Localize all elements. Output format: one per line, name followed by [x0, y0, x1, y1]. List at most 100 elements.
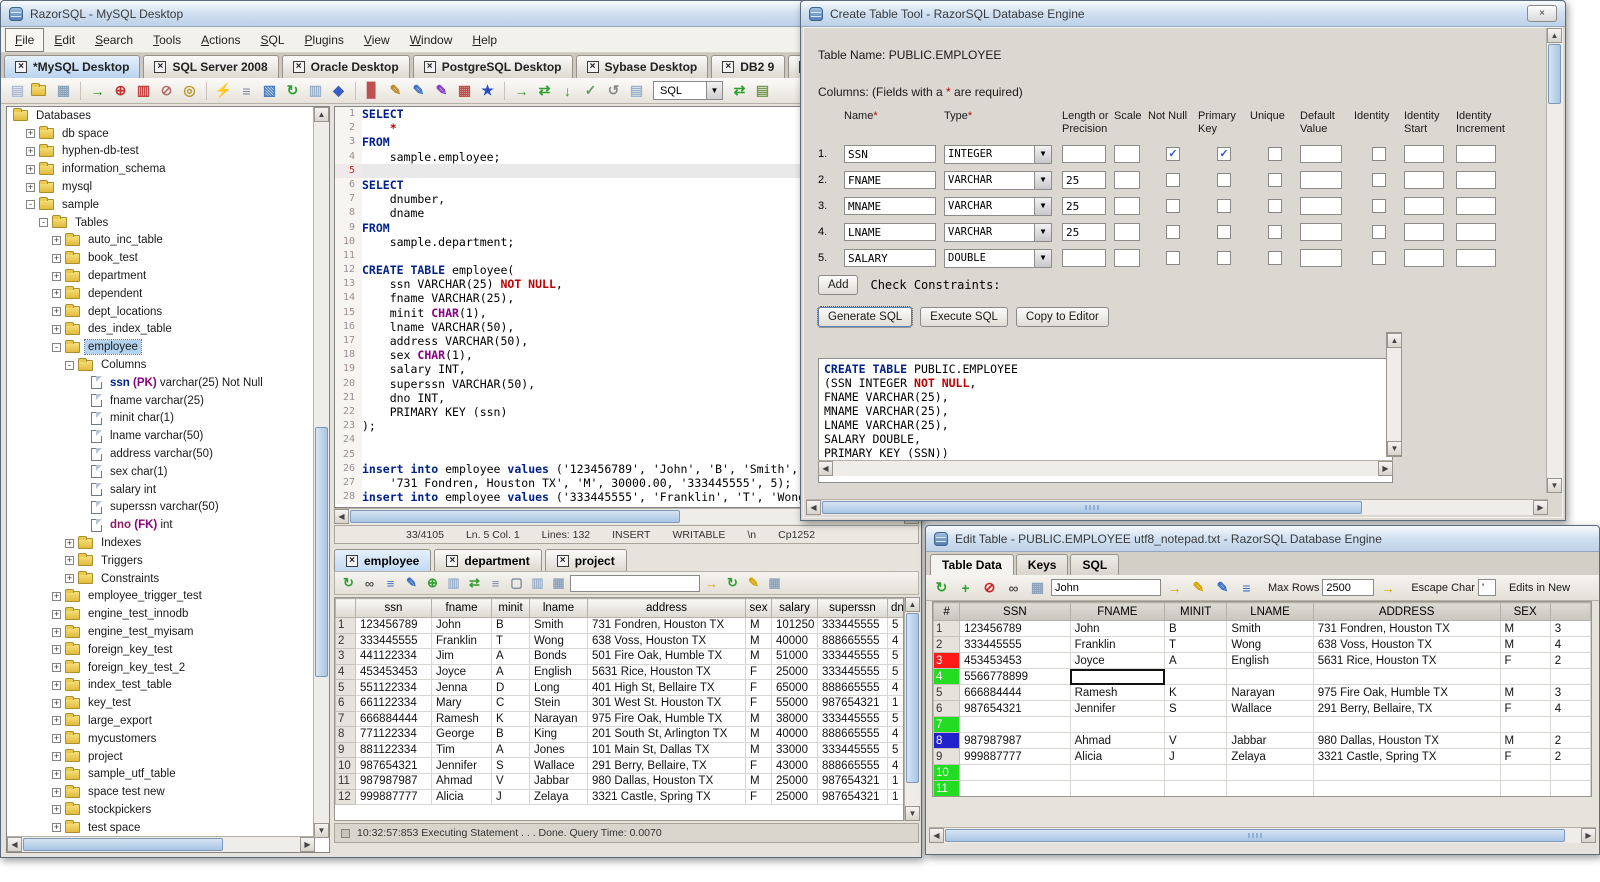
- identity-checkbox[interactable]: [1372, 251, 1386, 265]
- list-results-icon[interactable]: ≡: [486, 574, 505, 593]
- cell[interactable]: 123456789: [959, 620, 1071, 637]
- row-search-input[interactable]: [1051, 579, 1161, 596]
- cell[interactable]: Zelaya: [529, 788, 588, 806]
- column-header[interactable]: SSN: [959, 602, 1071, 621]
- chevron-down-icon[interactable]: ▼: [1034, 249, 1051, 267]
- cell[interactable]: 987987987: [355, 772, 432, 790]
- column-header[interactable]: #: [933, 602, 961, 621]
- cell[interactable]: M: [1499, 636, 1551, 653]
- cell[interactable]: F: [745, 788, 772, 806]
- row-number[interactable]: 8: [335, 726, 356, 743]
- cell[interactable]: 888665555: [817, 679, 888, 696]
- add-column-button[interactable]: Add: [818, 275, 859, 295]
- format-sql-icon[interactable]: ✎: [431, 80, 452, 101]
- open-icon[interactable]: [30, 80, 51, 101]
- cell[interactable]: 333445555: [355, 632, 432, 650]
- cell[interactable]: John: [1069, 620, 1166, 637]
- cell[interactable]: Jabbar: [1226, 732, 1314, 749]
- cell[interactable]: D: [491, 679, 530, 696]
- cell[interactable]: Long: [529, 679, 588, 696]
- close-tab-icon[interactable]: ×: [556, 554, 569, 567]
- refresh-db-icon[interactable]: ↻: [282, 80, 303, 101]
- tree-item[interactable]: + key_test: [7, 694, 313, 712]
- edit-table-grid[interactable]: # SSN FNAME MINIT LNAME ADDRESS SEX 1 123456789 J…: [932, 601, 1592, 797]
- cell[interactable]: Alicia: [1069, 748, 1166, 765]
- dialog-horizontal-scrollbar[interactable]: ◀ ▶: [806, 499, 1548, 515]
- cell[interactable]: 999887777: [355, 788, 432, 806]
- column-name-input[interactable]: [844, 171, 936, 189]
- tree-item[interactable]: + sample_utf_table: [7, 765, 313, 783]
- collapse-icon[interactable]: -: [39, 218, 48, 228]
- tree-vertical-scrollbar[interactable]: ▲ ▼: [313, 107, 329, 838]
- cell[interactable]: F: [745, 663, 772, 681]
- column-name-input[interactable]: [844, 145, 936, 163]
- column-header[interactable]: [1549, 602, 1591, 621]
- column-header[interactable]: superssn: [817, 598, 888, 618]
- cell[interactable]: [1549, 764, 1591, 781]
- row-number[interactable]: 11: [335, 772, 356, 790]
- expand-icon[interactable]: +: [52, 752, 61, 762]
- primary-key-checkbox[interactable]: ✓: [1217, 147, 1231, 161]
- add-row-icon[interactable]: +: [955, 577, 976, 598]
- cell[interactable]: 551122334: [355, 679, 432, 696]
- close-tab-icon[interactable]: ×: [446, 554, 459, 567]
- cell[interactable]: Franklin: [1069, 636, 1166, 653]
- tree-item[interactable]: sex char(1): [7, 463, 313, 481]
- tree-item[interactable]: superssn varchar(50): [7, 499, 313, 517]
- cell[interactable]: [1499, 668, 1551, 685]
- cell[interactable]: A: [491, 663, 530, 681]
- length-precision-input[interactable]: [1062, 223, 1106, 241]
- cell[interactable]: M: [1499, 684, 1551, 701]
- cell[interactable]: 40000: [771, 632, 818, 650]
- table-row[interactable]: 8 987987987 Ahmad V Jabbar 980 Dallas, Housto…: [933, 732, 1591, 749]
- cell[interactable]: F: [745, 757, 772, 774]
- table-row[interactable]: 5 551122334 Jenna D Long 401 High St, Bellair…: [335, 679, 903, 696]
- cell[interactable]: 999887777: [959, 748, 1071, 765]
- cell[interactable]: 25000: [771, 772, 818, 790]
- tree-item[interactable]: + space test new: [7, 783, 313, 801]
- tree-item[interactable]: + index_test_table: [7, 677, 313, 695]
- column-type-select[interactable]: VARCHAR ▼: [944, 170, 1052, 190]
- row-number[interactable]: 1: [335, 617, 356, 634]
- row-number[interactable]: 10: [335, 757, 356, 774]
- table-row[interactable]: 7: [933, 716, 1591, 733]
- menu-file[interactable]: File: [5, 27, 45, 52]
- cell[interactable]: B: [491, 726, 530, 743]
- table-row[interactable]: 1 123456789 John B Smith 731 Fondren, Houston…: [933, 620, 1591, 637]
- results-vertical-scrollbar[interactable]: ▲ ▼: [904, 597, 920, 821]
- tree-item[interactable]: + book_test: [7, 249, 313, 267]
- cell[interactable]: 4: [887, 757, 903, 774]
- menu-actions[interactable]: Actions: [191, 28, 250, 52]
- column-type-select[interactable]: DOUBLE ▼: [944, 248, 1052, 268]
- cell[interactable]: [1312, 780, 1501, 796]
- tree-item[interactable]: + engine_test_myisam: [7, 623, 313, 641]
- column-header[interactable]: minit: [491, 598, 530, 618]
- cell[interactable]: Jennifer: [1069, 700, 1166, 717]
- cell[interactable]: 101 Main St, Dallas TX: [587, 741, 746, 759]
- cell[interactable]: 888665555: [817, 726, 888, 743]
- tree-item[interactable]: + stockpickers: [7, 801, 313, 819]
- expand-icon[interactable]: +: [52, 324, 61, 334]
- column-name-input[interactable]: [844, 223, 936, 241]
- tree-item[interactable]: - sample: [7, 196, 313, 214]
- cell[interactable]: Jabbar: [529, 772, 588, 790]
- cell[interactable]: Franklin: [431, 632, 492, 650]
- cell[interactable]: V: [1164, 732, 1228, 749]
- cell[interactable]: F: [745, 679, 772, 696]
- tree-item[interactable]: + large_export: [7, 712, 313, 730]
- unique-checkbox[interactable]: [1268, 173, 1282, 187]
- cell[interactable]: A: [491, 741, 530, 759]
- chevron-down-icon[interactable]: ▼: [1034, 223, 1051, 241]
- chevron-down-icon[interactable]: ▼: [1034, 197, 1051, 215]
- expand-icon[interactable]: +: [52, 663, 61, 673]
- results-tab[interactable]: × project: [544, 549, 627, 571]
- cell[interactable]: 1: [887, 694, 903, 712]
- expand-icon[interactable]: +: [52, 235, 61, 245]
- tree-item[interactable]: dno (FK) int: [7, 516, 313, 534]
- filter-icon[interactable]: ≡: [381, 574, 400, 593]
- collapse-icon[interactable]: -: [52, 342, 61, 352]
- export-icon[interactable]: ▦: [549, 574, 568, 593]
- tree-item[interactable]: + test space: [7, 819, 313, 836]
- scale-input[interactable]: [1114, 249, 1140, 267]
- db-sync-icon[interactable]: ⇄: [465, 574, 484, 593]
